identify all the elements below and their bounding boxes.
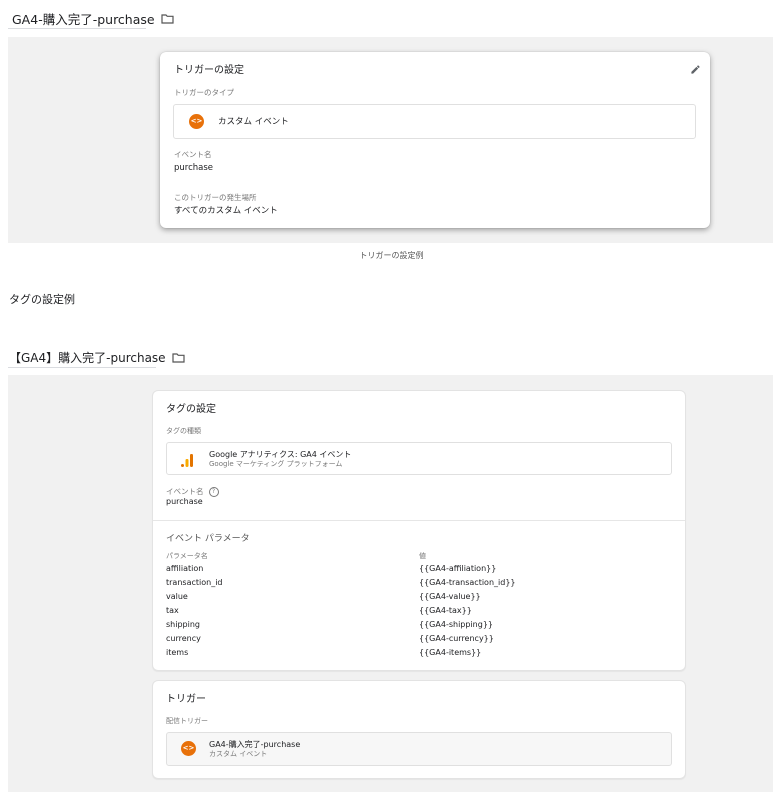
trigger-type-label: トリガーのタイプ	[174, 88, 234, 97]
pencil-icon[interactable]	[690, 60, 701, 79]
event-name-label: イベント名	[174, 150, 212, 159]
tag-trigger-heading: トリガー	[166, 694, 206, 705]
trigger-card-heading: トリガーの設定	[174, 65, 244, 76]
trigger-title-row: GA4-購入完了-purchase	[12, 9, 174, 28]
tag-type-subtitle: Google マーケティング プラットフォーム	[209, 460, 343, 468]
tag-config-card: タグの設定 タグの種類 Google アナリティクス: GA4 イベント Goo…	[152, 390, 686, 671]
tag-card-heading: タグの設定	[166, 404, 216, 415]
params-heading: イベント パラメータ	[166, 534, 250, 544]
param-value: {{GA4-tax}}	[419, 606, 472, 615]
tag-title-underline	[8, 367, 156, 368]
param-name: affiliation	[166, 564, 204, 573]
trigger-title-underline	[8, 28, 146, 29]
folder-icon[interactable]	[160, 13, 174, 24]
param-value: {{GA4-transaction_id}}	[419, 578, 516, 587]
event-name-value: purchase	[174, 163, 214, 173]
firing-trigger-item[interactable]: <> GA4-購入完了-purchase カスタム イベント	[166, 732, 672, 766]
trigger-caption: トリガーの設定例	[359, 251, 424, 260]
divider	[153, 520, 685, 521]
help-icon[interactable]: ?	[208, 486, 219, 497]
param-value: {{GA4-items}}	[419, 648, 482, 657]
param-name: value	[166, 592, 188, 601]
param-value: {{GA4-shipping}}	[419, 620, 493, 629]
firing-trigger-label: 配信トリガー	[166, 717, 208, 725]
section-heading: タグの設定例	[9, 293, 75, 306]
tag-event-name-label: イベント名	[166, 487, 204, 496]
tag-title-row: 【GA4】購入完了-purchase	[9, 349, 185, 366]
params-col-name: パラメータ名	[166, 552, 208, 560]
params-col-value: 値	[419, 552, 426, 560]
tag-trigger-card: トリガー 配信トリガー <> GA4-購入完了-purchase カスタム イベ…	[152, 680, 686, 779]
tag-type-box[interactable]: Google アナリティクス: GA4 イベント Google マーケティング …	[166, 442, 672, 475]
tag-event-name-label-row: イベント名 ?	[166, 486, 219, 497]
trigger-config-card: トリガーの設定 トリガーのタイプ <> カスタム イベント イベント名 purc…	[160, 52, 710, 228]
analytics-icon	[181, 452, 193, 471]
fires-on-value: すべてのカスタム イベント	[174, 206, 278, 216]
param-name: currency	[166, 634, 201, 643]
fires-on-label: このトリガーの発生場所	[174, 193, 257, 202]
trigger-type-box[interactable]: <> カスタム イベント	[173, 104, 696, 139]
param-value: {{GA4-currency}}	[419, 634, 494, 643]
param-name: transaction_id	[166, 578, 223, 587]
trigger-title: GA4-購入完了-purchase	[12, 12, 155, 27]
trigger-type-value: カスタム イベント	[218, 117, 289, 127]
param-name: items	[166, 648, 189, 657]
param-name: tax	[166, 606, 179, 615]
folder-icon[interactable]	[171, 352, 185, 363]
tag-type-label: タグの種類	[166, 427, 201, 435]
custom-event-icon: <>	[189, 114, 204, 129]
tag-event-name-value: purchase	[166, 497, 203, 506]
custom-event-icon: <>	[181, 741, 196, 756]
firing-trigger-type: カスタム イベント	[209, 750, 268, 758]
param-value: {{GA4-affiliation}}	[419, 564, 497, 573]
param-value: {{GA4-value}}	[419, 592, 481, 601]
param-name: shipping	[166, 620, 200, 629]
tag-title: 【GA4】購入完了-purchase	[9, 351, 166, 365]
